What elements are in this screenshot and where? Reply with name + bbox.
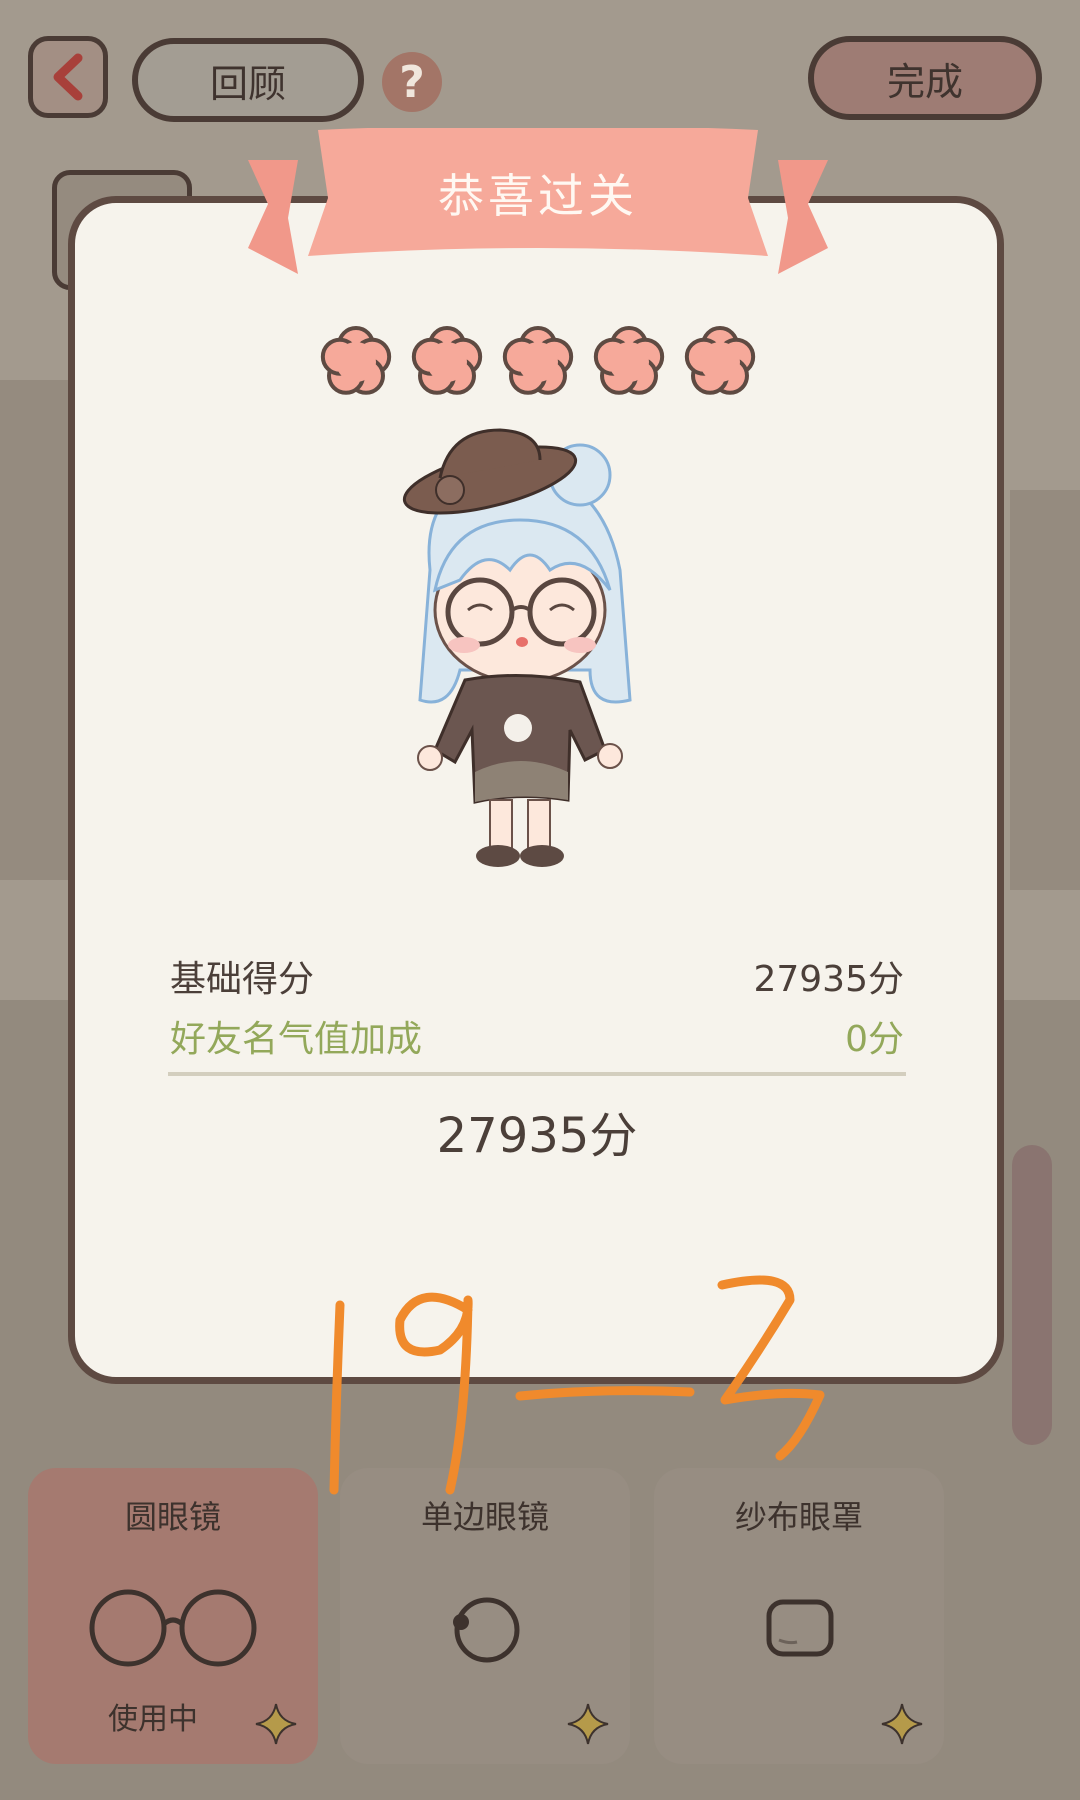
done-button[interactable]: 完成 [808,36,1042,120]
item-card-label: 纱布眼罩 [734,1498,863,1536]
base-score-label: 基础得分 [170,959,315,1000]
flower-star-icon [684,326,756,395]
item-card-gauze-eyepatch[interactable]: 纱布眼罩 [654,1468,944,1764]
sparkle-icon [881,1703,923,1745]
friend-bonus-row: 好友名气值加成 0分 [170,1010,904,1062]
help-icon[interactable]: ? [382,52,442,112]
base-score-row: 基础得分 27935分 [170,950,904,1002]
back-button[interactable] [28,36,108,118]
gauze-eyepatch-icon [766,1599,834,1657]
monocle-icon [453,1597,520,1663]
item-card-monocle[interactable]: 单边眼镜 [340,1468,630,1764]
item-card-label: 单边眼镜 [420,1498,549,1536]
item-card-label: 圆眼镜 [124,1498,221,1536]
left-clothes-rack [0,380,70,880]
chevron-left-icon [53,53,83,101]
dialog-title: 恭喜过关 [438,169,638,223]
score-divider [168,1072,906,1076]
item-card-round-glasses[interactable]: 圆眼镜 使用中 [28,1468,318,1764]
dressed-character [402,428,632,867]
right-clothes-rack [1010,490,1080,890]
friend-bonus-value: 0分 [845,1019,904,1060]
star-rating [318,322,758,398]
total-score: 27935分 [436,1108,638,1164]
item-status: 使用中 [108,1702,198,1737]
flower-star-icon [593,326,665,395]
base-score-value: 27935分 [753,959,904,1000]
friend-bonus-label: 好友名气值加成 [170,1019,423,1060]
flower-star-icon [411,326,483,395]
round-glasses-icon [89,1589,257,1667]
flower-star-icon [320,326,392,395]
flower-star-icon [502,326,574,395]
sparkle-icon [567,1703,609,1745]
drawer-scrollbar[interactable] [1012,1145,1052,1445]
review-button[interactable]: 回顾 [132,38,364,122]
sparkle-icon [255,1703,297,1745]
